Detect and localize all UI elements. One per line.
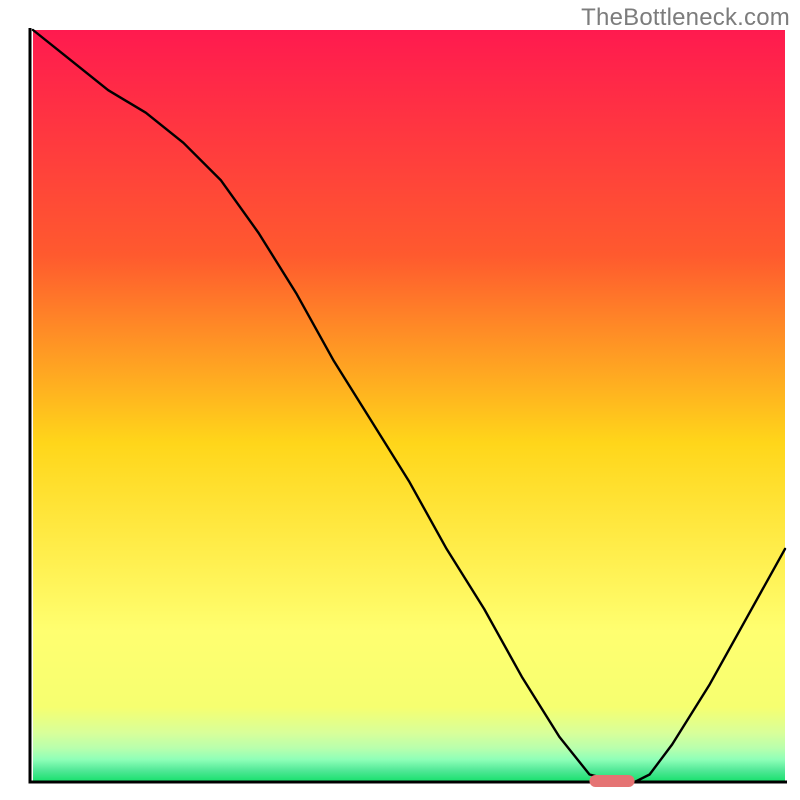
chart-svg	[0, 0, 800, 800]
watermark-text: TheBottleneck.com	[581, 4, 790, 32]
chart-container: TheBottleneck.com	[0, 0, 800, 800]
